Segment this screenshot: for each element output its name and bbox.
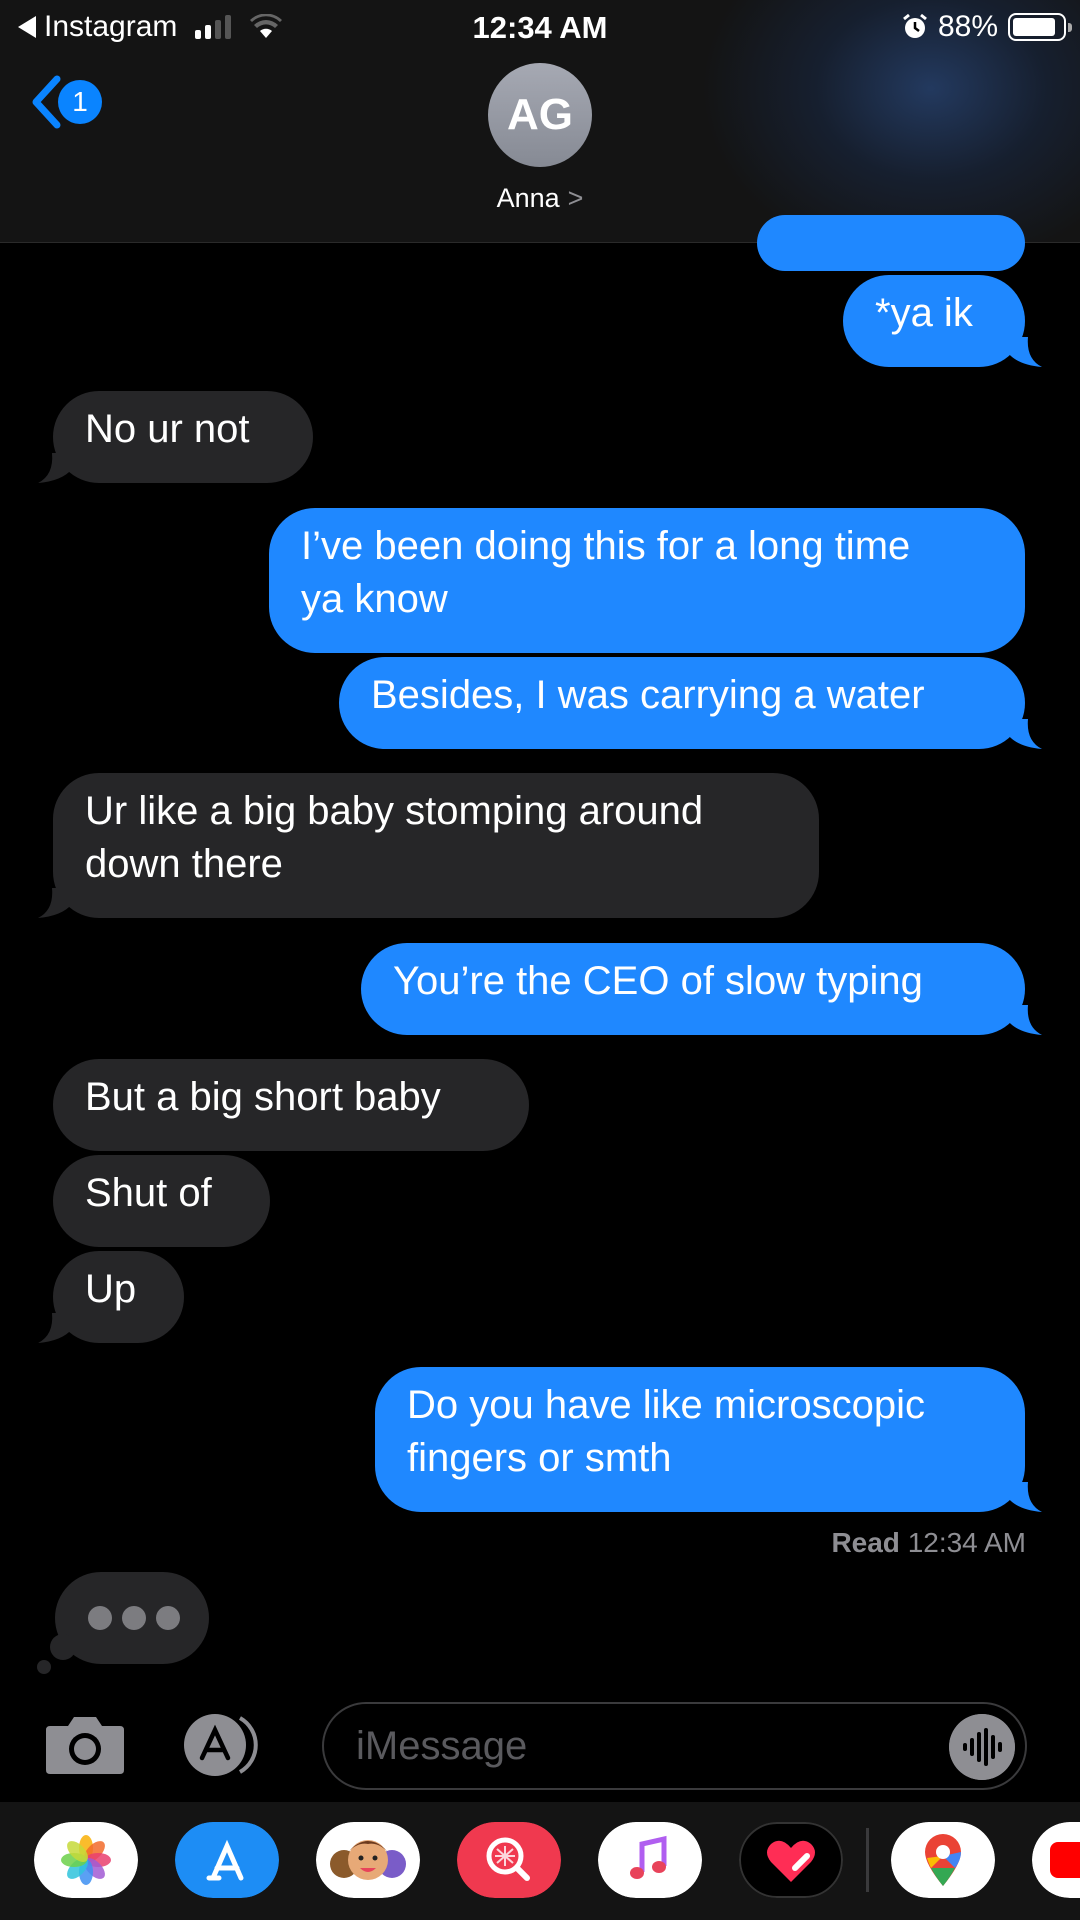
bubble-tail	[1008, 1005, 1042, 1035]
unread-badge: 1	[58, 80, 102, 124]
message-received[interactable]: Up	[53, 1251, 184, 1343]
message-line: Ur like a big baby stomping around	[85, 789, 704, 833]
conversation-header: Instagram 12:34 AM 88% 1 AG Anna >	[0, 0, 1080, 243]
back-button[interactable]: 1	[30, 75, 102, 129]
typing-tail-dot-large	[50, 1634, 76, 1660]
typing-indicator	[55, 1572, 209, 1664]
message-text: *ya ik	[875, 291, 973, 335]
alarm-icon	[903, 13, 927, 38]
message-input[interactable]: iMessage	[322, 1702, 1027, 1790]
digital-touch-app-icon[interactable]	[739, 1822, 843, 1898]
photos-app-icon[interactable]	[34, 1822, 138, 1898]
message-line: down there	[85, 842, 283, 886]
message-received[interactable]: But a big short baby	[53, 1059, 529, 1151]
message-line: I’ve been doing this for a long time	[301, 524, 911, 568]
chevron-right-icon: >	[567, 183, 584, 213]
typing-dot	[88, 1606, 112, 1630]
bubble-tail	[38, 453, 72, 483]
app-store-icon[interactable]	[182, 1712, 278, 1778]
maps-app-icon[interactable]	[891, 1822, 995, 1898]
message-received[interactable]: No ur not	[53, 391, 313, 483]
message-text: No ur not	[85, 407, 250, 451]
status-right: 88%	[902, 10, 1072, 44]
message-text: Besides, I was carrying a water	[371, 673, 925, 717]
drawer-divider	[866, 1828, 869, 1892]
message-line: Do you have like microscopic	[407, 1383, 925, 1427]
message-sent[interactable]: You’re the CEO of slow typing	[361, 943, 1025, 1035]
app-store-app-icon[interactable]	[175, 1822, 279, 1898]
message-text: Up	[85, 1267, 137, 1311]
bubble-tail	[38, 1313, 72, 1343]
message-received[interactable]: Shut of	[53, 1155, 270, 1247]
bubble-tail	[1008, 1482, 1042, 1512]
battery-icon	[1008, 13, 1072, 41]
message-line: fingers or smth	[407, 1436, 672, 1480]
message-sent[interactable]: Besides, I was carrying a water	[339, 657, 1025, 749]
audio-message-icon[interactable]	[949, 1714, 1015, 1780]
memoji-app-icon[interactable]	[316, 1822, 420, 1898]
bubble-tail	[38, 888, 72, 918]
typing-dot	[122, 1606, 146, 1630]
message-sent[interactable]: Do you have like microscopic fingers or …	[375, 1367, 1025, 1512]
battery-percent: 88%	[937, 10, 998, 43]
bubble-tail	[1008, 337, 1042, 367]
message-received[interactable]: Ur like a big baby stomping around down …	[53, 773, 819, 918]
typing-dot	[156, 1606, 180, 1630]
message-sent[interactable]: *ya ik	[843, 275, 1025, 367]
message-text: You’re the CEO of slow typing	[393, 959, 923, 1003]
camera-icon[interactable]	[44, 1714, 126, 1776]
read-label: Read	[831, 1527, 900, 1558]
read-time: 12:34 AM	[907, 1527, 1026, 1558]
message-sent[interactable]: I’ve been doing this for a long time ya …	[269, 508, 1025, 653]
image-search-app-icon[interactable]	[457, 1822, 561, 1898]
message-text: But a big short baby	[85, 1075, 441, 1119]
typing-tail-dot	[37, 1660, 51, 1674]
message-text: Shut of	[85, 1171, 212, 1215]
read-receipt: Read 12:34 AM	[831, 1527, 1026, 1559]
bubble-tail	[1008, 719, 1042, 749]
typing-dots	[88, 1606, 180, 1630]
contact-name-button[interactable]: Anna >	[0, 183, 1080, 214]
music-app-icon[interactable]	[598, 1822, 702, 1898]
message-line: ya know	[301, 577, 448, 621]
message-bubble-partial[interactable]	[757, 215, 1025, 271]
contact-name: Anna	[496, 183, 560, 213]
avatar[interactable]: AG	[488, 63, 592, 167]
status-bar: Instagram 12:34 AM 88%	[0, 0, 1080, 56]
message-input-placeholder: iMessage	[356, 1724, 528, 1768]
